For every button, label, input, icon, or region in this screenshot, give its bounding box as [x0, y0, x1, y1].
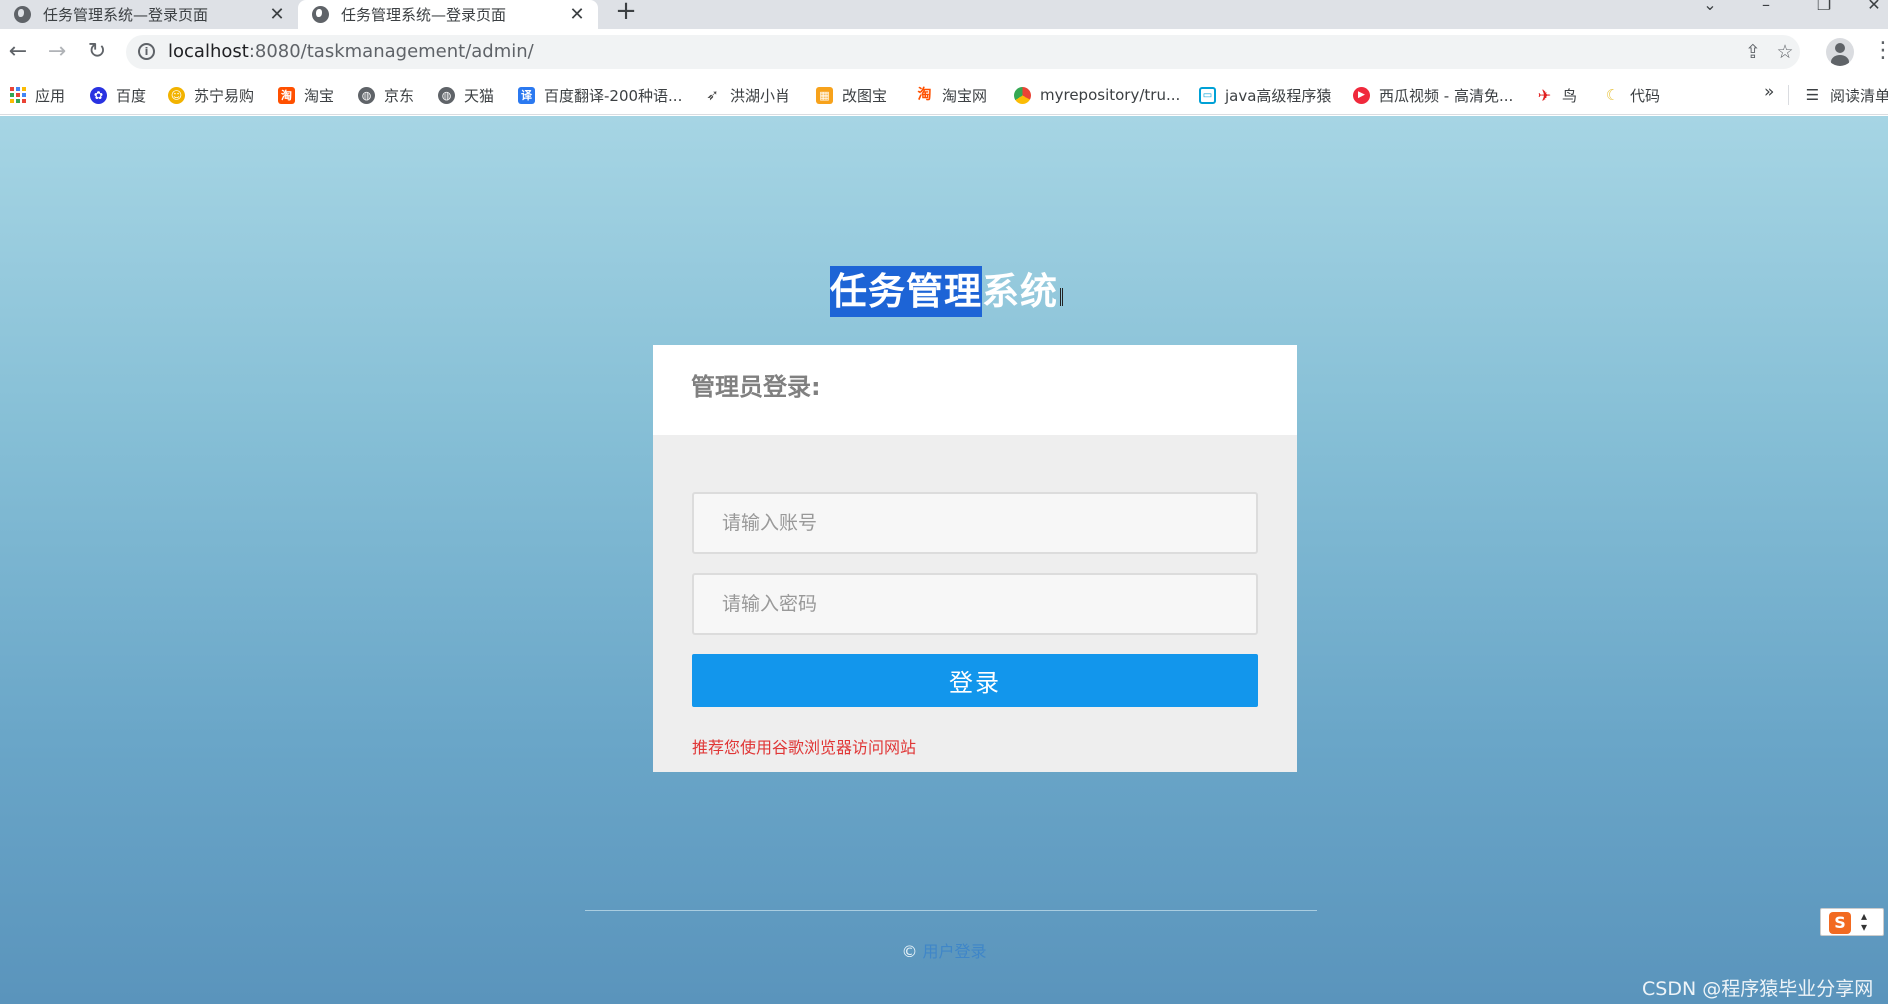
bookmark-code[interactable]: ☾ 代码 — [1604, 84, 1660, 106]
bookmark-myrepository[interactable]: myrepository/tru... — [1014, 84, 1180, 106]
tab-title: 任务管理系统—登录页面 — [341, 6, 507, 24]
close-icon[interactable]: ✕ — [566, 4, 588, 26]
footer-divider — [585, 910, 1317, 911]
csdn-watermark: CSDN @程序猿毕业分享网 — [1642, 978, 1874, 1000]
browser-tab-2[interactable]: 任务管理系统—登录页面 ✕ — [298, 0, 598, 29]
system-title-selected: 任务管理 — [830, 266, 982, 317]
ime-toolbar[interactable]: S ▴ ▾ — [1820, 908, 1884, 936]
bookmark-xigua[interactable]: ▶ 西瓜视频 - 高清免... — [1353, 84, 1513, 106]
bookmark-label: 淘宝网 — [942, 86, 988, 105]
bookmark-label: 百度翻译-200种语... — [544, 86, 683, 105]
reading-list-label: 阅读清单 — [1830, 86, 1888, 105]
bookmarks-bar: 应用 ✿ 百度 ☺ 苏宁易购 淘 淘宝 ◍ 京东 ◍ 天猫 译 百度翻译-200… — [0, 75, 1888, 115]
info-icon[interactable]: i — [138, 43, 155, 60]
page-background: 任务管理系统 管理员登录: 登录 推荐您使用谷歌浏览器访问网站 © 用户登录 S… — [0, 116, 1888, 1004]
bookmark-honghu[interactable]: ➶ 洪湖小肖 — [704, 84, 790, 106]
system-title-rest: 系统 — [982, 270, 1058, 313]
reading-list-icon: ☰ — [1805, 85, 1820, 104]
bookmark-label: 西瓜视频 - 高清免... — [1379, 86, 1514, 105]
bookmark-java[interactable]: ▭ java高级程序猿 — [1199, 84, 1331, 106]
login-heading: 管理员登录: — [691, 373, 821, 401]
gaitubao-icon: ▦ — [816, 86, 833, 104]
forward-arrow-icon[interactable]: → — [43, 38, 71, 66]
login-card-header: 管理员登录: — [653, 345, 1297, 435]
reading-list-button[interactable]: ☰ 阅读清单 — [1804, 84, 1888, 106]
star-icon[interactable]: ☆ — [1772, 39, 1798, 65]
baidu-paw-icon: ✿ — [90, 86, 107, 104]
minimize-icon[interactable]: – — [1746, 0, 1786, 14]
window-close-icon[interactable]: ✕ — [1860, 0, 1888, 14]
globe-icon: ◍ — [438, 86, 455, 104]
bookmark-apps[interactable]: 应用 — [10, 84, 65, 106]
bookmark-tmall[interactable]: ◍ 天猫 — [438, 84, 494, 106]
bookmark-label: 淘宝 — [304, 86, 335, 105]
tab-search-icon[interactable]: ⌄ — [1690, 0, 1730, 14]
moon-icon: ☾ — [1605, 85, 1620, 104]
globe-icon — [312, 6, 329, 23]
browser-tab-1[interactable]: 任务管理系统—登录页面 ✕ — [0, 0, 298, 29]
copyright-symbol: © — [901, 942, 918, 961]
bookmark-jd[interactable]: ◍ 京东 — [358, 84, 414, 106]
url-host: localhost — [168, 41, 249, 62]
tab-strip: 任务管理系统—登录页面 ✕ 任务管理系统—登录页面 ✕ + ⌄ – ❐ ✕ — [0, 0, 1888, 29]
new-tab-button[interactable]: + — [612, 0, 640, 28]
user-login-link[interactable]: 用户登录 — [923, 942, 987, 961]
ime-toggle-icon[interactable]: ▴ ▾ — [1861, 910, 1867, 933]
menu-kebab-icon[interactable]: ⋮ — [1872, 38, 1888, 66]
text-cursor-icon — [1060, 288, 1063, 306]
bird-icon: ➶ — [706, 85, 719, 104]
url-text[interactable]: localhost:8080/taskmanagement/admin/ — [168, 41, 534, 62]
bookmark-baidu-translate[interactable]: 译 百度翻译-200种语... — [518, 84, 682, 106]
sogou-ime-icon: S — [1829, 912, 1851, 934]
share-icon[interactable]: ⇪ — [1740, 39, 1766, 65]
globe-icon: ◍ — [358, 86, 375, 104]
bookmark-label: 洪湖小肖 — [730, 86, 791, 105]
reload-icon[interactable]: ↻ — [83, 38, 111, 66]
url-path: :8080/taskmanagement/admin/ — [248, 41, 534, 62]
footer: © 用户登录 — [0, 938, 1888, 962]
bookmark-label: java高级程序猿 — [1225, 86, 1332, 105]
bookmark-label: 百度 — [116, 86, 147, 105]
apps-grid-icon — [10, 87, 26, 103]
bookmark-label: 苏宁易购 — [194, 86, 255, 105]
restore-icon[interactable]: ❐ — [1804, 0, 1844, 14]
bookmark-label: 改图宝 — [842, 86, 888, 105]
bookmark-label: 鸟 — [1562, 86, 1578, 105]
browser-tip: 推荐您使用谷歌浏览器访问网站 — [692, 738, 917, 757]
close-icon[interactable]: ✕ — [266, 4, 288, 26]
bookmark-label: 京东 — [384, 86, 415, 105]
bookmark-label: 天猫 — [464, 86, 495, 105]
bookmark-baidu[interactable]: ✿ 百度 — [90, 84, 146, 106]
translate-icon: 译 — [518, 86, 535, 104]
browser-toolbar: ← → ↻ i localhost:8080/taskmanagement/ad… — [0, 29, 1888, 75]
globe-icon — [14, 6, 31, 23]
chrome-icon — [1014, 86, 1031, 104]
taobao-icon: 淘 — [917, 86, 932, 103]
taobao-icon: 淘 — [278, 86, 295, 104]
bookmark-taobaowang[interactable]: 淘 淘宝网 — [916, 84, 988, 106]
bookmark-gaitubao[interactable]: ▦ 改图宝 — [816, 84, 887, 106]
bookmark-taobao[interactable]: 淘 淘宝 — [278, 84, 334, 106]
tab-title: 任务管理系统—登录页面 — [43, 6, 209, 24]
bookmark-label: myrepository/tru... — [1040, 86, 1181, 104]
bookmarks-overflow-button[interactable]: » — [1764, 82, 1774, 102]
bookmark-label: 应用 — [35, 86, 66, 105]
bookmark-bird[interactable]: ✈ 鸟 — [1536, 84, 1577, 106]
bilibili-icon: ▭ — [1199, 86, 1216, 104]
system-title: 任务管理系统 — [0, 261, 1888, 317]
bird-red-icon: ✈ — [1537, 85, 1552, 105]
account-input[interactable] — [692, 492, 1258, 554]
login-card: 管理员登录: 登录 推荐您使用谷歌浏览器访问网站 — [653, 345, 1297, 772]
bookmarks-divider — [1788, 85, 1789, 105]
password-input[interactable] — [692, 573, 1258, 635]
bookmark-label: 代码 — [1630, 86, 1661, 105]
profile-avatar-icon[interactable] — [1826, 38, 1854, 66]
xigua-icon: ▶ — [1353, 86, 1370, 104]
bookmark-suning[interactable]: ☺ 苏宁易购 — [168, 84, 254, 106]
address-bar[interactable]: i localhost:8080/taskmanagement/admin/ ⇪… — [126, 35, 1800, 69]
suning-icon: ☺ — [168, 86, 185, 104]
login-button[interactable]: 登录 — [692, 654, 1258, 707]
back-arrow-icon[interactable]: ← — [4, 38, 32, 66]
